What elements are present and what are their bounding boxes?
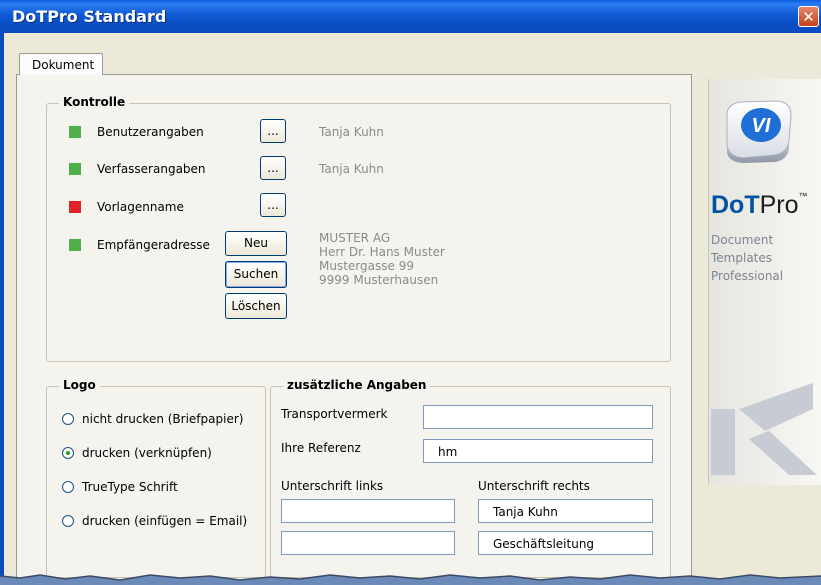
logo-option-label[interactable]: TrueType Schrift bbox=[82, 480, 178, 494]
address-line: Mustergasse 99 bbox=[319, 259, 414, 273]
transportvermerk-field[interactable] bbox=[423, 405, 653, 429]
tagline-line: Templates bbox=[711, 251, 773, 265]
window-frame-left bbox=[0, 33, 4, 585]
address-line: Herr Dr. Hans Muster bbox=[319, 245, 445, 259]
logo-option-label[interactable]: drucken (verknüpfen) bbox=[82, 446, 212, 460]
tab-dokument-label: Dokument bbox=[32, 58, 95, 72]
tab-dokument[interactable]: Dokument bbox=[19, 53, 103, 75]
trademark: ™ bbox=[798, 191, 808, 201]
zusatz-group: zusätzliche Angaben Transportvermerk Ihr… bbox=[270, 378, 671, 578]
logo-option-radio[interactable] bbox=[62, 447, 74, 459]
kontrolle-group: Kontrolle Benutzerangaben ... Tanja Kuhn… bbox=[46, 95, 671, 362]
vi-cube-logo: VI bbox=[726, 100, 792, 163]
address-search-button[interactable]: Suchen bbox=[225, 261, 287, 288]
logo-option-radio[interactable] bbox=[62, 481, 74, 493]
dotpro-window: DoTPro Standard ✕ Kontrolle Benutzeranga… bbox=[0, 0, 821, 585]
referenz-label: Ihre Referenz bbox=[281, 441, 361, 455]
tagline-line: Professional bbox=[711, 269, 784, 283]
vorlagenname-label: Vorlagenname bbox=[97, 200, 184, 214]
verfasserangaben-label: Verfasserangaben bbox=[97, 162, 206, 176]
verfasserangaben-browse-button[interactable]: ... bbox=[260, 156, 286, 180]
title-bar[interactable]: DoTPro Standard ✕ bbox=[0, 0, 821, 33]
vorlagenname-browse-button[interactable]: ... bbox=[260, 193, 286, 217]
status-indicator-verfasser bbox=[69, 163, 81, 175]
zusatz-legend: zusätzliche Angaben bbox=[283, 378, 431, 392]
logo-legend: Logo bbox=[59, 378, 100, 392]
wordmark-bold: DoT bbox=[711, 191, 760, 219]
recipient-address: MUSTER AG Herr Dr. Hans Muster Mustergas… bbox=[319, 231, 445, 287]
close-icon: ✕ bbox=[802, 8, 815, 26]
sig-right-label: Unterschrift rechts bbox=[478, 479, 590, 493]
status-indicator-vorlage bbox=[69, 201, 81, 213]
brand-tagline: Document Templates Professional bbox=[711, 231, 783, 285]
dotpro-wordmark: DoTPro™ bbox=[711, 191, 808, 220]
address-line: 9999 Musterhausen bbox=[319, 273, 439, 287]
sig-left-line1-field[interactable] bbox=[281, 499, 455, 523]
address-line: MUSTER AG bbox=[319, 231, 391, 245]
logo-option-radio[interactable] bbox=[62, 515, 74, 527]
verfasserangaben-value: Tanja Kuhn bbox=[319, 162, 384, 176]
cube-text: VI bbox=[752, 115, 771, 137]
torn-edge-decoration bbox=[0, 574, 821, 585]
referenz-field[interactable]: hm bbox=[423, 439, 653, 463]
status-indicator-benutzer bbox=[69, 126, 81, 138]
address-new-button[interactable]: Neu bbox=[225, 231, 287, 256]
window-title: DoTPro Standard bbox=[12, 7, 167, 26]
transportvermerk-label: Transportvermerk bbox=[281, 407, 388, 421]
status-indicator-empfaenger bbox=[69, 239, 81, 251]
benutzerangaben-label: Benutzerangaben bbox=[97, 125, 204, 139]
empfaengeradresse-label: Empfängeradresse bbox=[97, 238, 210, 252]
logo-group: Logo nicht drucken (Briefpapier) drucken… bbox=[46, 378, 266, 578]
logo-option-label[interactable]: nicht drucken (Briefpapier) bbox=[82, 412, 243, 426]
tab-panel-dokument: Kontrolle Benutzerangaben ... Tanja Kuhn… bbox=[16, 74, 692, 585]
kontrolle-legend: Kontrolle bbox=[59, 95, 130, 109]
logo-option-label[interactable]: drucken (einfügen = Email) bbox=[82, 514, 247, 528]
tagline-line: Document bbox=[711, 233, 774, 247]
sig-right-line2-field[interactable]: Geschäftsleitung bbox=[478, 531, 653, 555]
sig-right-line1-field[interactable]: Tanja Kuhn bbox=[478, 499, 653, 523]
benutzerangaben-browse-button[interactable]: ... bbox=[260, 119, 286, 143]
sig-left-label: Unterschrift links bbox=[281, 479, 384, 493]
k-watermark-icon bbox=[711, 383, 817, 475]
benutzerangaben-value: Tanja Kuhn bbox=[319, 125, 384, 139]
wordmark-rest: Pro bbox=[759, 191, 799, 219]
brand-panel: VI DoTPro™ Document Templates Profession… bbox=[708, 79, 821, 485]
sig-left-line2-field[interactable] bbox=[281, 531, 455, 555]
logo-option-radio[interactable] bbox=[62, 413, 74, 425]
address-delete-button[interactable]: Löschen bbox=[225, 293, 287, 319]
close-button[interactable]: ✕ bbox=[798, 6, 819, 27]
